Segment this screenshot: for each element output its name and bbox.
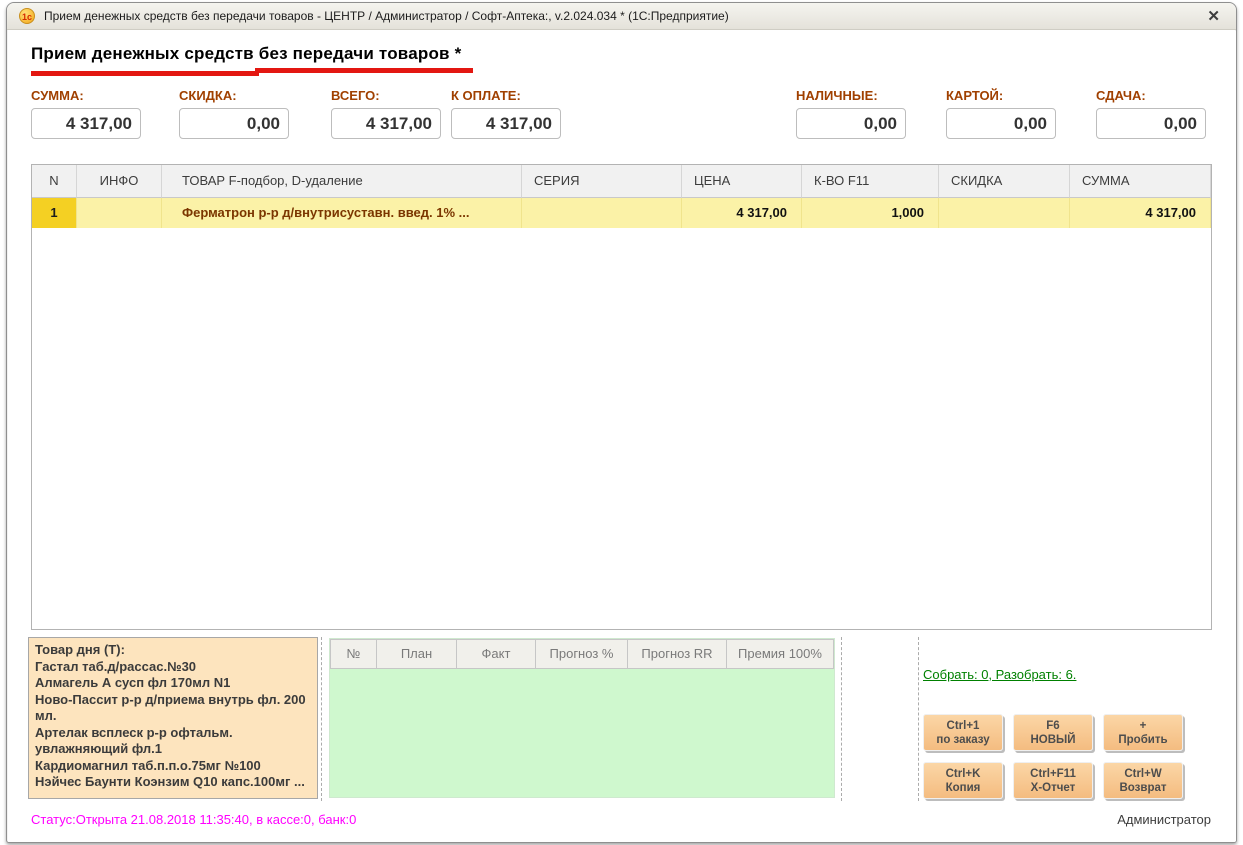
splitter-handle[interactable] [841,637,842,801]
col-info: ИНФО [77,165,162,198]
plan-table: № План Факт Прогноз % Прогноз RR Премия … [329,638,835,798]
nalichnye-input[interactable]: 0,00 [796,108,906,139]
col-n: N [32,165,77,198]
plan-table-body [330,669,834,797]
table-row[interactable]: 1 Ферматрон р-р д/внутрисуставн. введ. 1… [32,198,1211,228]
field-summa: СУММА: 4 317,00 [31,88,141,139]
splitter-handle[interactable] [321,637,322,801]
sdacha-label: СДАЧА: [1096,88,1206,103]
cell-summa[interactable]: 4 317,00 [1070,198,1211,228]
vozvrat-button[interactable]: Ctrl+W Возврат [1103,762,1183,799]
col-seriya: СЕРИЯ [522,165,682,198]
skidka-input[interactable]: 0,00 [179,108,289,139]
form-content: Прием денежных средств без передачи това… [8,31,1237,843]
product-line: Артелак всплеск р-р офтальм. увлажняющий… [35,725,311,758]
plan-col-fakt: Факт [457,639,536,669]
window-title: Прием денежных средств без передачи това… [44,9,729,23]
skidka-label: СКИДКА: [179,88,289,103]
product-line: Нэйчес Баунти Коэнзим Q10 капс.100мг ... [35,774,311,791]
cell-cena[interactable]: 4 317,00 [682,198,802,228]
title-underline [31,71,259,76]
k-oplate-label: К ОПЛАТЕ: [451,88,561,103]
col-skidka: СКИДКА [939,165,1070,198]
nalichnye-label: НАЛИЧНЫЕ: [796,88,906,103]
close-icon[interactable]: ✕ [1203,7,1224,25]
cell-kvo[interactable]: 1,000 [802,198,939,228]
page-title: Прием денежных средств без передачи това… [31,44,461,64]
product-of-day-panel: Товар дня (Т): Гастал таб.д/рассас.№30 А… [28,637,318,799]
title-underline [255,68,473,73]
plan-col-prognoz: Прогноз % [536,639,628,669]
title-bar: 1с Прием денежных средств без передачи т… [7,3,1236,30]
sdacha-input[interactable]: 0,00 [1096,108,1206,139]
button-shortcut: + [1140,719,1147,733]
button-shortcut: Ctrl+F11 [1030,767,1076,781]
novyj-button[interactable]: F6 НОВЫЙ [1013,714,1093,751]
po-zakazu-button[interactable]: Ctrl+1 по заказу [923,714,1003,751]
col-cena: ЦЕНА [682,165,802,198]
splitter-handle[interactable] [918,637,919,801]
plan-table-header: № План Факт Прогноз % Прогноз RR Премия … [330,639,834,669]
button-shortcut: F6 [1046,719,1059,733]
app-window: 1с Прием денежных средств без передачи т… [6,2,1237,843]
product-line: Алмагель А сусп фл 170мл N1 [35,675,311,692]
field-skidka: СКИДКА: 0,00 [179,88,289,139]
col-summa: СУММА [1070,165,1211,198]
1c-logo-icon: 1с [19,8,35,24]
plan-col-num: № [330,639,377,669]
button-label: X-Отчет [1031,781,1076,795]
x-otchet-button[interactable]: Ctrl+F11 X-Отчет [1013,762,1093,799]
product-of-day-title: Товар дня (Т): [35,642,311,659]
field-vsego: ВСЕГО: 4 317,00 [331,88,441,139]
probit-button[interactable]: + Пробить [1103,714,1183,751]
plan-col-premiya: Премия 100% [727,639,834,669]
field-nalichnye: НАЛИЧНЫЕ: 0,00 [796,88,906,139]
button-label: Копия [946,781,981,795]
plan-col-prognoz-rr: Прогноз RR [628,639,727,669]
cell-skidka[interactable] [939,198,1070,228]
status-text: Статус:Открыта 21.08.2018 11:35:40, в ка… [31,812,356,827]
button-label: НОВЫЙ [1030,733,1075,747]
kartoj-input[interactable]: 0,00 [946,108,1056,139]
summa-label: СУММА: [31,88,141,103]
product-line: Ново-Пассит р-р д/приема внутрь фл. 200 … [35,692,311,725]
current-user: Администратор [1117,812,1211,827]
cell-info[interactable] [77,198,162,228]
cell-n[interactable]: 1 [32,198,77,228]
summa-input[interactable]: 4 317,00 [31,108,141,139]
k-oplate-input[interactable]: 4 317,00 [451,108,561,139]
items-table: N ИНФО ТОВАР F-подбор, D-удаление СЕРИЯ … [31,164,1212,630]
button-label: Пробить [1118,733,1167,747]
field-k-oplate: К ОПЛАТЕ: 4 317,00 [451,88,561,139]
collect-disassemble-link[interactable]: Собрать: 0, Разобрать: 6. [923,667,1076,682]
button-label: по заказу [936,733,989,747]
cell-seriya[interactable] [522,198,682,228]
button-label: Возврат [1119,781,1166,795]
button-shortcut: Ctrl+K [946,767,981,781]
product-line: Кардиомагнил таб.п.п.о.75мг №100 [35,758,311,775]
field-kartoj: КАРТОЙ: 0,00 [946,88,1056,139]
col-kvo: К-ВО F11 [802,165,939,198]
kartoj-label: КАРТОЙ: [946,88,1056,103]
col-tovar: ТОВАР F-подбор, D-удаление [162,165,522,198]
product-line: Гастал таб.д/рассас.№30 [35,659,311,676]
kopiya-button[interactable]: Ctrl+K Копия [923,762,1003,799]
vsego-label: ВСЕГО: [331,88,441,103]
vsego-input[interactable]: 4 317,00 [331,108,441,139]
items-table-header: N ИНФО ТОВАР F-подбор, D-удаление СЕРИЯ … [32,165,1211,198]
field-sdacha: СДАЧА: 0,00 [1096,88,1206,139]
plan-col-plan: План [377,639,457,669]
cell-tovar[interactable]: Ферматрон р-р д/внутрисуставн. введ. 1% … [162,198,522,228]
button-shortcut: Ctrl+W [1124,767,1161,781]
button-shortcut: Ctrl+1 [947,719,980,733]
